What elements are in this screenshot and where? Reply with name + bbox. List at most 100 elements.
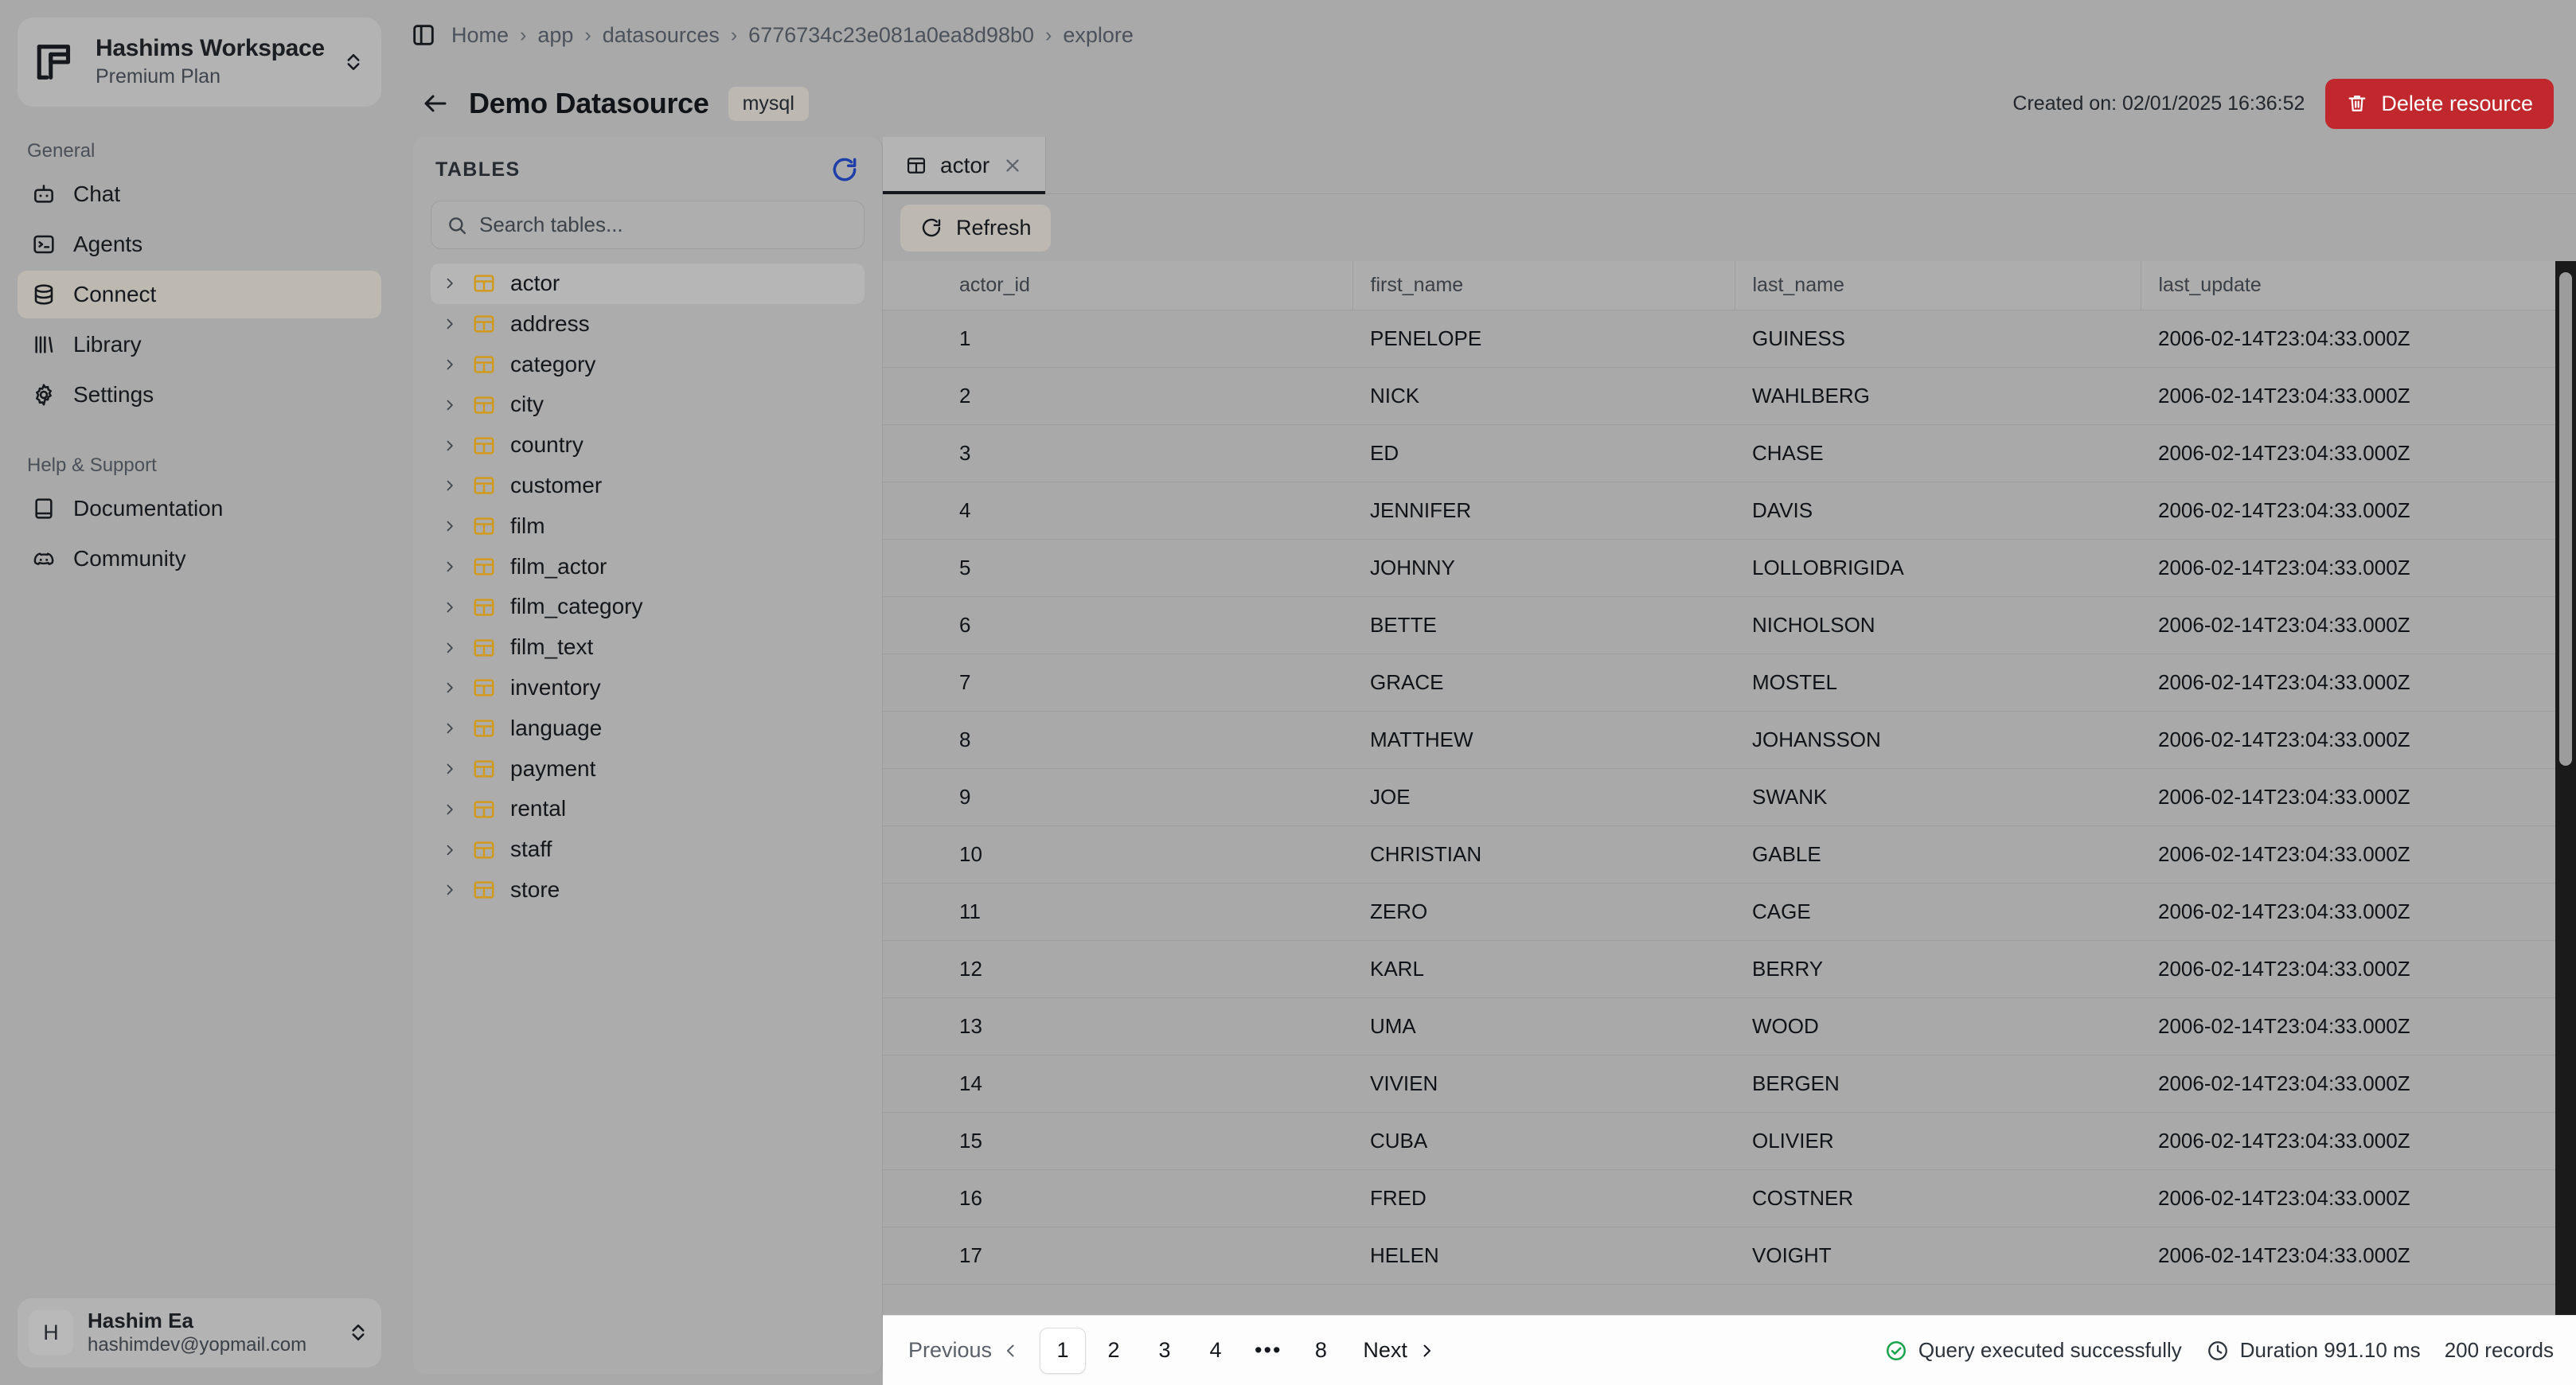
chevron-right-icon[interactable]: [442, 273, 458, 294]
table-list-item-film_text[interactable]: film_text: [431, 627, 865, 668]
page-button-2[interactable]: 2: [1091, 1328, 1137, 1374]
delete-resource-button[interactable]: Delete resource: [2325, 78, 2554, 129]
table-row[interactable]: 6 BETTE NICHOLSON 2006-02-14T23:04:33.000Z: [883, 596, 2576, 654]
arrow-left-icon[interactable]: [421, 89, 450, 118]
table-list-item-country[interactable]: country: [431, 425, 865, 466]
table-row[interactable]: 16 FRED COSTNER 2006-02-14T23:04:33.000Z: [883, 1169, 2576, 1227]
table-list-item-inventory[interactable]: inventory: [431, 668, 865, 708]
cell-first_name: CUBA: [1352, 1112, 1735, 1170]
table-row[interactable]: 3 ED CHASE 2006-02-14T23:04:33.000Z: [883, 424, 2576, 482]
table-row[interactable]: 10 CHRISTIAN GABLE 2006-02-14T23:04:33.000Z: [883, 825, 2576, 884]
sidebar-item-library[interactable]: Library: [18, 321, 381, 369]
table-list-item-address[interactable]: address: [431, 304, 865, 345]
chevron-right-icon[interactable]: [442, 880, 458, 900]
table-list-item-label: actor: [510, 271, 560, 295]
table-list-item-rental[interactable]: rental: [431, 789, 865, 829]
table-list-item-film_actor[interactable]: film_actor: [431, 547, 865, 587]
table-row[interactable]: 4 JENNIFER DAVIS 2006-02-14T23:04:33.000Z: [883, 482, 2576, 540]
cell-first_name: KARL: [1352, 940, 1735, 998]
workspace-switcher[interactable]: Hashims Workspace Premium Plan: [18, 18, 381, 107]
user-account-switcher[interactable]: H Hashim Ea hashimdev@yopmail.com: [18, 1297, 381, 1367]
table-list-item-payment[interactable]: payment: [431, 749, 865, 790]
table-list-item-label: film: [510, 513, 545, 538]
table-row[interactable]: 5 JOHNNY LOLLOBRIGIDA 2006-02-14T23:04:33.0…: [883, 539, 2576, 597]
chevron-right-icon[interactable]: [442, 354, 458, 375]
table-list-item-staff[interactable]: staff: [431, 829, 865, 870]
chevron-right-icon[interactable]: [442, 516, 458, 536]
chevron-right-icon[interactable]: [442, 638, 458, 658]
breadcrumb-item-id[interactable]: 6776734c23e081a0ea8d98b0: [748, 23, 1034, 48]
table-row[interactable]: 13 UMA WOOD 2006-02-14T23:04:33.000Z: [883, 997, 2576, 1055]
sidebar-item-agents[interactable]: Agents: [18, 220, 381, 268]
query-status-text: Query executed successfully: [1918, 1338, 2182, 1362]
close-icon[interactable]: [1002, 155, 1023, 176]
table-list-item-category[interactable]: category: [431, 345, 865, 385]
avatar: H: [29, 1310, 73, 1356]
breadcrumb-item-explore[interactable]: explore: [1063, 23, 1134, 48]
chevron-right-icon[interactable]: [442, 597, 458, 618]
panel-left-icon[interactable]: [410, 21, 437, 49]
chevron-right-icon[interactable]: [442, 314, 458, 334]
table-list-item-film_category[interactable]: film_category: [431, 587, 865, 627]
column-header-last_name[interactable]: last_name: [1734, 261, 2141, 310]
search-input[interactable]: Search tables...: [431, 201, 865, 249]
chevron-right-icon[interactable]: [442, 799, 458, 820]
table-row[interactable]: 14 VIVIEN BERGEN 2006-02-14T23:04:33.000Z: [883, 1055, 2576, 1113]
sidebar-item-settings[interactable]: Settings: [18, 371, 381, 419]
chevron-right-icon[interactable]: [442, 395, 458, 416]
refresh-circle-icon[interactable]: [829, 154, 860, 185]
breadcrumb-item-datasources[interactable]: datasources: [603, 23, 720, 48]
table-list-item-language[interactable]: language: [431, 708, 865, 749]
page-button-1[interactable]: 1: [1040, 1327, 1087, 1374]
vertical-scrollbar[interactable]: [2555, 261, 2576, 1315]
refresh-button[interactable]: Refresh: [900, 204, 1051, 252]
table-list-item-store[interactable]: store: [431, 870, 865, 911]
workspace-logo-icon: [33, 39, 80, 85]
page-button-last[interactable]: 8: [1298, 1328, 1344, 1374]
breadcrumb-item-app[interactable]: app: [537, 23, 573, 48]
chevron-right-icon[interactable]: [442, 718, 458, 739]
table-row[interactable]: 8 MATTHEW JOHANSSON 2006-02-14T23:04:33.000…: [883, 711, 2576, 769]
column-header-last_update[interactable]: last_update: [2140, 261, 2576, 310]
chevron-right-icon[interactable]: [442, 677, 458, 698]
chevron-right-icon[interactable]: [442, 435, 458, 456]
sidebar-item-community[interactable]: Community: [18, 535, 381, 583]
table-row[interactable]: 11 ZERO CAGE 2006-02-14T23:04:33.000Z: [883, 883, 2576, 941]
cell-last_update: 2006-02-14T23:04:33.000Z: [2141, 768, 2576, 826]
chevron-right-icon[interactable]: [442, 759, 458, 779]
page-button-4[interactable]: 4: [1192, 1328, 1239, 1374]
table-row[interactable]: 9 JOE SWANK 2006-02-14T23:04:33.000Z: [883, 768, 2576, 826]
table-list-item-city[interactable]: city: [431, 384, 865, 425]
table-row[interactable]: 2 NICK WAHLBERG 2006-02-14T23:04:33.000Z: [883, 367, 2576, 425]
table-row[interactable]: 12 KARL BERRY 2006-02-14T23:04:33.000Z: [883, 940, 2576, 998]
table-list-item-customer[interactable]: customer: [431, 466, 865, 506]
chevron-right-icon[interactable]: [442, 556, 458, 577]
table-row[interactable]: 17 HELEN VOIGHT 2006-02-14T23:04:33.000Z: [883, 1227, 2576, 1285]
table-list-item-film[interactable]: film: [431, 506, 865, 547]
cell-actor_id: 12: [883, 940, 1352, 998]
previous-page-button[interactable]: Previous: [894, 1330, 1035, 1371]
discord-icon: [30, 545, 57, 572]
sidebar-item-label: Settings: [73, 381, 154, 407]
breadcrumb-item-home[interactable]: Home: [451, 23, 509, 48]
table-row[interactable]: 15 CUBA OLIVIER 2006-02-14T23:04:33.000Z: [883, 1112, 2576, 1170]
sidebar-item-documentation[interactable]: Documentation: [18, 485, 381, 533]
cell-actor_id: 6: [883, 596, 1352, 654]
table-icon: [472, 595, 496, 619]
column-header-actor_id[interactable]: actor_id: [883, 261, 1352, 310]
column-header-first_name[interactable]: first_name: [1352, 261, 1735, 310]
sidebar-item-chat[interactable]: Chat: [18, 170, 381, 218]
chevron-right-icon[interactable]: [442, 840, 458, 860]
tab-actor[interactable]: actor: [883, 137, 1047, 194]
sidebar-item-connect[interactable]: Connect: [18, 270, 381, 318]
cell-last_name: NICHOLSON: [1735, 596, 2141, 654]
table-row[interactable]: 1 PENELOPE GUINESS 2006-02-14T23:04:33.000Z: [883, 310, 2576, 368]
page-button-3[interactable]: 3: [1142, 1328, 1188, 1374]
table-icon: [472, 838, 496, 862]
table-list-item-actor[interactable]: actor: [431, 263, 865, 304]
table-row[interactable]: 7 GRACE MOSTEL 2006-02-14T23:04:33.000Z: [883, 653, 2576, 712]
scrollbar-thumb[interactable]: [2559, 272, 2572, 766]
next-page-button[interactable]: Next: [1348, 1330, 1450, 1371]
table-icon: [472, 798, 496, 821]
chevron-right-icon[interactable]: [442, 475, 458, 496]
